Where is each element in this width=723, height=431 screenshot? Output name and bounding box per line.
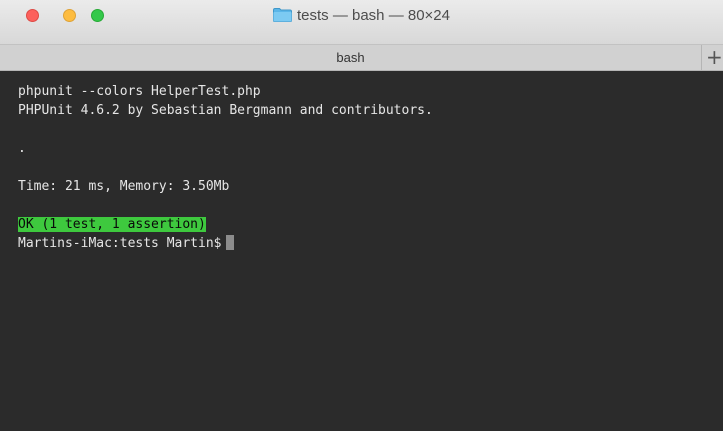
terminal-margin — [0, 71, 10, 431]
terminal-ok-line: OK (1 test, 1 assertion) — [10, 215, 723, 234]
folder-icon — [272, 8, 292, 22]
terminal-prompt-line: Martins-iMac:tests Martin$ — [10, 234, 723, 253]
tab-bar: bash + — [0, 44, 723, 71]
terminal-line: PHPUnit 4.6.2 by Sebastian Bergmann and … — [18, 103, 433, 118]
terminal-line: . — [18, 141, 26, 156]
tab-bash[interactable]: bash — [0, 45, 702, 71]
terminal-line: Time: 21 ms, Memory: 3.50Mb — [18, 179, 230, 194]
terminal-output[interactable]: phpunit --colors HelperTest.php PHPUnit … — [10, 71, 723, 431]
new-tab-button[interactable]: + — [706, 45, 723, 71]
shell-prompt: Martins-iMac:tests Martin$ — [18, 236, 222, 251]
terminal-line: phpunit --colors HelperTest.php — [18, 84, 261, 99]
text-cursor — [225, 235, 234, 250]
window-title: tests — bash — 80×24 — [0, 6, 723, 26]
test-result-ok: OK (1 test, 1 assertion) — [18, 217, 206, 232]
window-title-text: tests — bash — 80×24 — [296, 7, 450, 24]
terminal-window: tests — bash — 80×24 bash + phpunit --co… — [0, 0, 723, 431]
title-bar[interactable]: tests — bash — 80×24 — [0, 0, 723, 44]
